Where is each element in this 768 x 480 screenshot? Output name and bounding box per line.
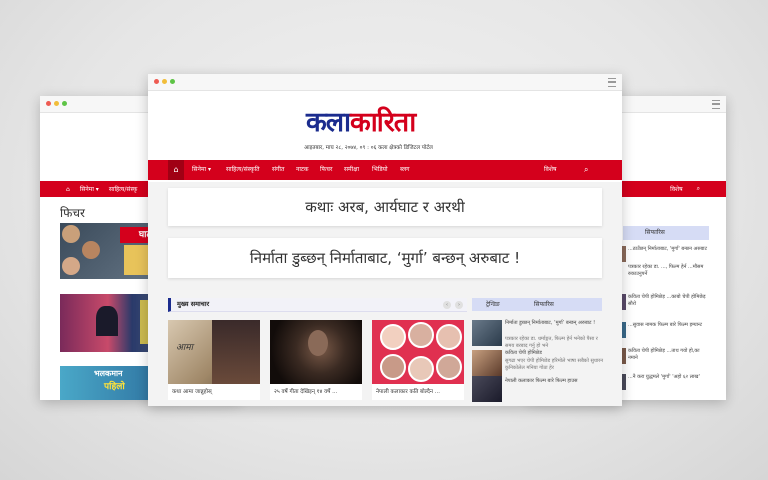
nav-item-blog[interactable]: ब्लग xyxy=(400,160,410,180)
news-card-image[interactable] xyxy=(372,320,464,384)
face-image xyxy=(436,324,462,350)
browser-window-main: कलाकारिता आइतबार, माघ २८, २०७४, ०९ : ०६ … xyxy=(148,74,622,406)
home-icon[interactable]: ⌂ xyxy=(168,160,184,180)
section-header: मुख्य समाचार ‹ › xyxy=(168,298,467,312)
list-item[interactable]: कविता चेपी होमिछेड xyxy=(505,350,605,357)
close-dot-icon[interactable] xyxy=(154,79,159,84)
list-item[interactable]: पत्रकार रहेका डा. धर्माङ्गत, फिल्म हेर्न… xyxy=(505,336,605,350)
nav-item-drama[interactable]: नाटक xyxy=(296,160,309,180)
hamburger-menu-icon[interactable] xyxy=(712,100,720,109)
nav-item-literature[interactable]: साहित्य/संस्कृति xyxy=(226,160,260,180)
headline-2[interactable]: निर्माता डुब्छन् निर्माताबाट, ‘मुर्गा’ ब… xyxy=(168,238,602,278)
list-item[interactable]: ...नै करा युद्धमले 'मुर्गा' 'अहो ६२ लाख' xyxy=(628,374,708,381)
news-card-image[interactable]: आमा xyxy=(168,320,260,384)
tab-trending[interactable]: ट्रेन्डिङ xyxy=(486,298,500,311)
banner-text: पहिलो xyxy=(104,382,125,392)
nav-item-music[interactable]: संगीत xyxy=(272,160,284,180)
list-item[interactable]: पत्रकार रहेका डा. ..., फिल्म हेर्न ...मौ… xyxy=(628,264,708,278)
site-logo[interactable]: कलाकारिता xyxy=(306,106,466,140)
headline-1[interactable]: कथाः अरब, आर्यघाट र अरथी xyxy=(168,188,602,226)
sidebar-tabs: ट्रेन्डिङ सिफारिस xyxy=(472,298,602,311)
minimize-dot-icon[interactable] xyxy=(54,101,59,106)
tab-recommended[interactable]: सिफारिस xyxy=(534,298,554,311)
list-item[interactable]: कविता चेपी होमिछेड़ ...ताथ गयो हो,का नमा… xyxy=(628,348,708,362)
photo-image xyxy=(212,320,260,384)
date-tagline: आइतबार, माघ २८, २०७४, ०९ : ०६ कला क्षेत्… xyxy=(304,145,433,151)
maximize-dot-icon[interactable] xyxy=(170,79,175,84)
close-dot-icon[interactable] xyxy=(46,101,51,106)
face-image xyxy=(308,330,328,356)
nav-item-video[interactable]: भिडियो xyxy=(372,160,388,180)
window-titlebar xyxy=(148,74,622,91)
list-item[interactable]: नेपाली कलाकार फिल्म बारे फिल्म हाउस xyxy=(505,378,605,385)
nav-item[interactable]: साहित्य/संस्कृ xyxy=(109,185,138,193)
article-thumbnail[interactable] xyxy=(472,350,502,376)
nav-item-feature[interactable]: फिचर xyxy=(320,160,332,180)
logo-part-2: कारिता xyxy=(350,107,416,138)
list-item[interactable]: ...ठाउँछन् निर्माताबाट, 'मुर्गा' बन्छन अ… xyxy=(628,246,708,253)
news-card-caption[interactable]: नेपाली कलाकार कति बोल्दैन ... xyxy=(372,384,464,400)
article-thumbnail[interactable] xyxy=(472,320,502,346)
banner-text: भलकमान xyxy=(94,369,123,378)
face-image xyxy=(408,356,434,382)
news-card-caption[interactable]: कथा आमा जान्नुहोस् xyxy=(168,384,260,400)
home-icon[interactable]: ⌂ xyxy=(66,186,70,193)
face-image xyxy=(82,241,100,259)
nav-item-review[interactable]: समीक्षा xyxy=(344,160,359,180)
logo-part-1: कला xyxy=(306,107,351,138)
nav-item-special[interactable]: विशेष xyxy=(670,185,682,193)
face-image xyxy=(62,257,80,275)
maximize-dot-icon[interactable] xyxy=(62,101,67,106)
news-card-image[interactable] xyxy=(270,320,362,384)
image-text: आमा xyxy=(176,343,193,353)
face-image xyxy=(408,322,434,348)
nav-item-special[interactable]: विशेष xyxy=(544,160,556,180)
face-image xyxy=(380,354,406,380)
nav-item-cinema[interactable]: सिनेमा ▾ xyxy=(192,160,211,180)
search-icon[interactable]: ⌕ xyxy=(697,185,700,193)
news-card-caption[interactable]: २५ वर्षे गीता देखिइन् १४ वर्षे ... xyxy=(270,384,362,400)
prev-arrow-icon[interactable]: ‹ xyxy=(443,301,451,309)
nav-item[interactable]: सिनेमा ▾ xyxy=(80,185,99,193)
main-nav-bar: ⌂ सिनेमा ▾ साहित्य/संस्कृति संगीत नाटक फ… xyxy=(148,160,622,180)
list-item[interactable]: कविता चेपी होमिछेड़ ...काबो चेपी होमिछेड… xyxy=(628,294,708,308)
hamburger-menu-icon[interactable] xyxy=(608,78,616,87)
article-thumbnail[interactable] xyxy=(472,376,502,402)
search-icon[interactable]: ⌕ xyxy=(584,160,588,180)
list-item[interactable]: सुगढा भएर चेपी होमिछेड हरिमोले भाषा सबैक… xyxy=(505,358,605,372)
person-image xyxy=(96,306,118,336)
next-arrow-icon[interactable]: › xyxy=(455,301,463,309)
face-image xyxy=(62,225,80,243)
face-image xyxy=(436,354,462,380)
list-item[interactable]: ...सुवास नामक फिल्म बारे फिल्म इम्यान्ट xyxy=(628,322,708,329)
section-title: मुख्य समाचार xyxy=(177,300,210,308)
tab-recommended[interactable]: सिफारिस xyxy=(623,226,709,240)
list-item[interactable]: निर्माता डुब्छन् निर्माताबाट, ‘मुर्गा’ ब… xyxy=(505,320,605,327)
minimize-dot-icon[interactable] xyxy=(162,79,167,84)
face-image xyxy=(380,324,406,350)
